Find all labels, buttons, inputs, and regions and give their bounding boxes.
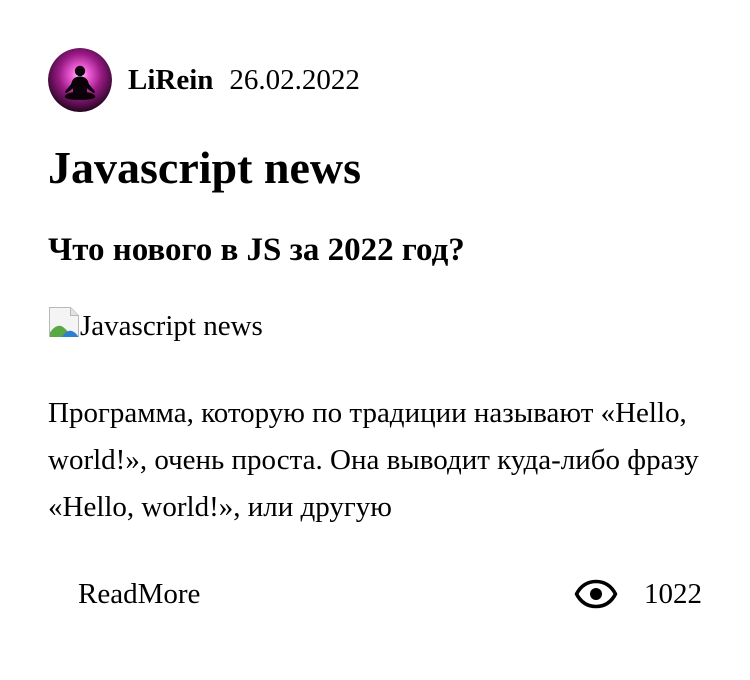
post-excerpt: Программа, которую по традиции называют …	[48, 397, 699, 523]
post-image-alt: Javascript news	[80, 310, 263, 342]
post-footer: ReadMore 1022	[78, 570, 702, 618]
author-avatar	[48, 48, 112, 112]
post-date: 26.02.2022	[229, 63, 360, 96]
broken-image-icon	[49, 307, 79, 337]
views-counter: 1022	[574, 578, 702, 611]
meditating-person-icon	[48, 48, 112, 112]
post-title: Javascript news	[48, 142, 362, 193]
post-card: LiRein 26.02.2022 Javascript news Что но…	[0, 0, 750, 680]
post-author-row: LiRein 26.02.2022	[48, 48, 702, 112]
post-image: Javascript news	[48, 306, 702, 346]
author-name[interactable]: LiRein	[128, 64, 213, 97]
post-subtitle: Что нового в JS за 2022 год?	[48, 232, 465, 268]
views-count: 1022	[644, 577, 702, 610]
eye-icon	[574, 579, 618, 609]
read-more-link[interactable]: ReadMore	[78, 578, 200, 611]
